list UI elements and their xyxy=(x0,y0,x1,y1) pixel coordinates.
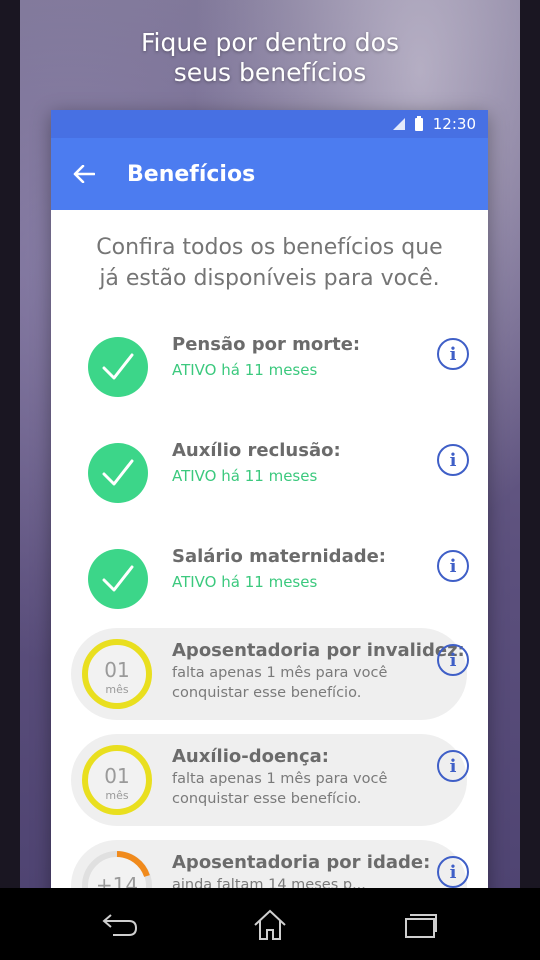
benefit-name: Aposentadoria por idade: xyxy=(172,852,431,873)
system-nav-bar xyxy=(0,888,540,960)
benefit-item-pending[interactable]: 01 mês Aposentadoria por invalidez: falt… xyxy=(71,628,469,720)
info-icon[interactable]: i xyxy=(437,856,469,888)
info-icon[interactable]: i xyxy=(437,750,469,782)
status-time: 12:30 xyxy=(432,115,476,133)
benefit-desc-line2: conquistar esse benefício. xyxy=(172,791,362,807)
intro-line1: Confira todos os benefícios que xyxy=(96,235,443,260)
intro-text: Confira todos os benefícios que já estão… xyxy=(51,232,488,294)
check-circle-icon xyxy=(87,336,149,398)
progress-ring: 01 mês xyxy=(81,744,153,816)
check-circle-icon xyxy=(87,442,149,504)
status-bar: 12:30 xyxy=(51,110,488,138)
benefit-item[interactable]: Auxílio reclusão: ATIVO há 11 meses i xyxy=(71,428,469,520)
benefit-texts: Auxílio-doença: falta apenas 1 mês para … xyxy=(172,746,442,809)
benefit-desc: falta apenas 1 mês para você conquistar … xyxy=(172,663,442,703)
right-border xyxy=(520,0,540,960)
arrow-left-icon[interactable] xyxy=(73,162,97,186)
ring-count: 01 xyxy=(104,764,129,788)
promo-title: Fique por dentro dos seus benefícios xyxy=(20,28,520,88)
ring-count: +14 xyxy=(96,873,138,888)
benefit-item-pending[interactable]: +14 Aposentadoria por idade: ainda falta… xyxy=(71,840,469,888)
benefit-name: Pensão por morte: xyxy=(172,334,361,355)
benefit-name: Auxílio reclusão: xyxy=(172,440,341,461)
benefit-desc-line1: falta apenas 1 mês para você xyxy=(172,771,388,787)
ring-unit: mês xyxy=(105,789,128,802)
ring-unit: mês xyxy=(105,683,128,696)
benefit-status: ATIVO há 11 meses xyxy=(172,573,318,591)
phone-mockup: 12:30 Benefícios Confira todos os benefí… xyxy=(51,110,488,888)
benefit-status: ATIVO há 11 meses xyxy=(172,361,318,379)
promo-title-line1: Fique por dentro dos xyxy=(141,28,399,57)
progress-ring: +14 xyxy=(81,850,153,888)
benefit-texts: Salário maternidade: ATIVO há 11 meses xyxy=(172,546,442,591)
benefit-name: Salário maternidade: xyxy=(172,546,387,567)
page-title: Benefícios xyxy=(127,161,256,187)
promo-title-line2: seus benefícios xyxy=(173,58,367,87)
recent-apps-icon[interactable] xyxy=(400,908,440,942)
signal-icon xyxy=(392,118,405,130)
check-circle-icon xyxy=(87,548,149,610)
promo-screen: Fique por dentro dos seus benefícios 12:… xyxy=(20,0,520,888)
info-icon[interactable]: i xyxy=(437,644,469,676)
benefit-item[interactable]: Salário maternidade: ATIVO há 11 meses i xyxy=(71,534,469,626)
battery-icon xyxy=(414,115,423,131)
info-icon[interactable]: i xyxy=(437,550,469,582)
benefit-desc-line1: falta apenas 1 mês para você xyxy=(172,665,388,681)
benefit-name: Auxílio-doença: xyxy=(172,746,329,767)
benefit-item-pending[interactable]: 01 mês Auxílio-doença: falta apenas 1 mê… xyxy=(71,734,469,826)
benefit-desc: ainda faltam 14 meses p... xyxy=(172,875,442,888)
info-icon[interactable]: i xyxy=(437,338,469,370)
intro-line2: já estão disponíveis para você. xyxy=(99,266,440,291)
benefit-desc-line2: conquistar esse benefício. xyxy=(172,685,362,701)
benefit-status: ATIVO há 11 meses xyxy=(172,467,318,485)
home-nav-icon[interactable] xyxy=(250,908,290,942)
ring-count: 01 xyxy=(104,658,129,682)
progress-ring: 01 mês xyxy=(81,638,153,710)
benefit-name: Aposentadoria por invalidez: xyxy=(172,640,465,661)
benefit-desc: falta apenas 1 mês para você conquistar … xyxy=(172,769,442,809)
benefit-texts: Aposentadoria por idade: ainda faltam 14… xyxy=(172,852,442,888)
benefit-desc-line1: ainda faltam 14 meses p... xyxy=(172,877,366,888)
benefit-item[interactable]: Pensão por morte: ATIVO há 11 meses i xyxy=(71,322,469,414)
benefit-texts: Auxílio reclusão: ATIVO há 11 meses xyxy=(172,440,442,485)
info-icon[interactable]: i xyxy=(437,444,469,476)
benefit-texts: Aposentadoria por invalidez: falta apena… xyxy=(172,640,465,703)
left-border xyxy=(0,0,20,960)
benefit-texts: Pensão por morte: ATIVO há 11 meses xyxy=(172,334,442,379)
back-nav-icon[interactable] xyxy=(100,908,140,942)
app-bar: Benefícios xyxy=(51,138,488,210)
